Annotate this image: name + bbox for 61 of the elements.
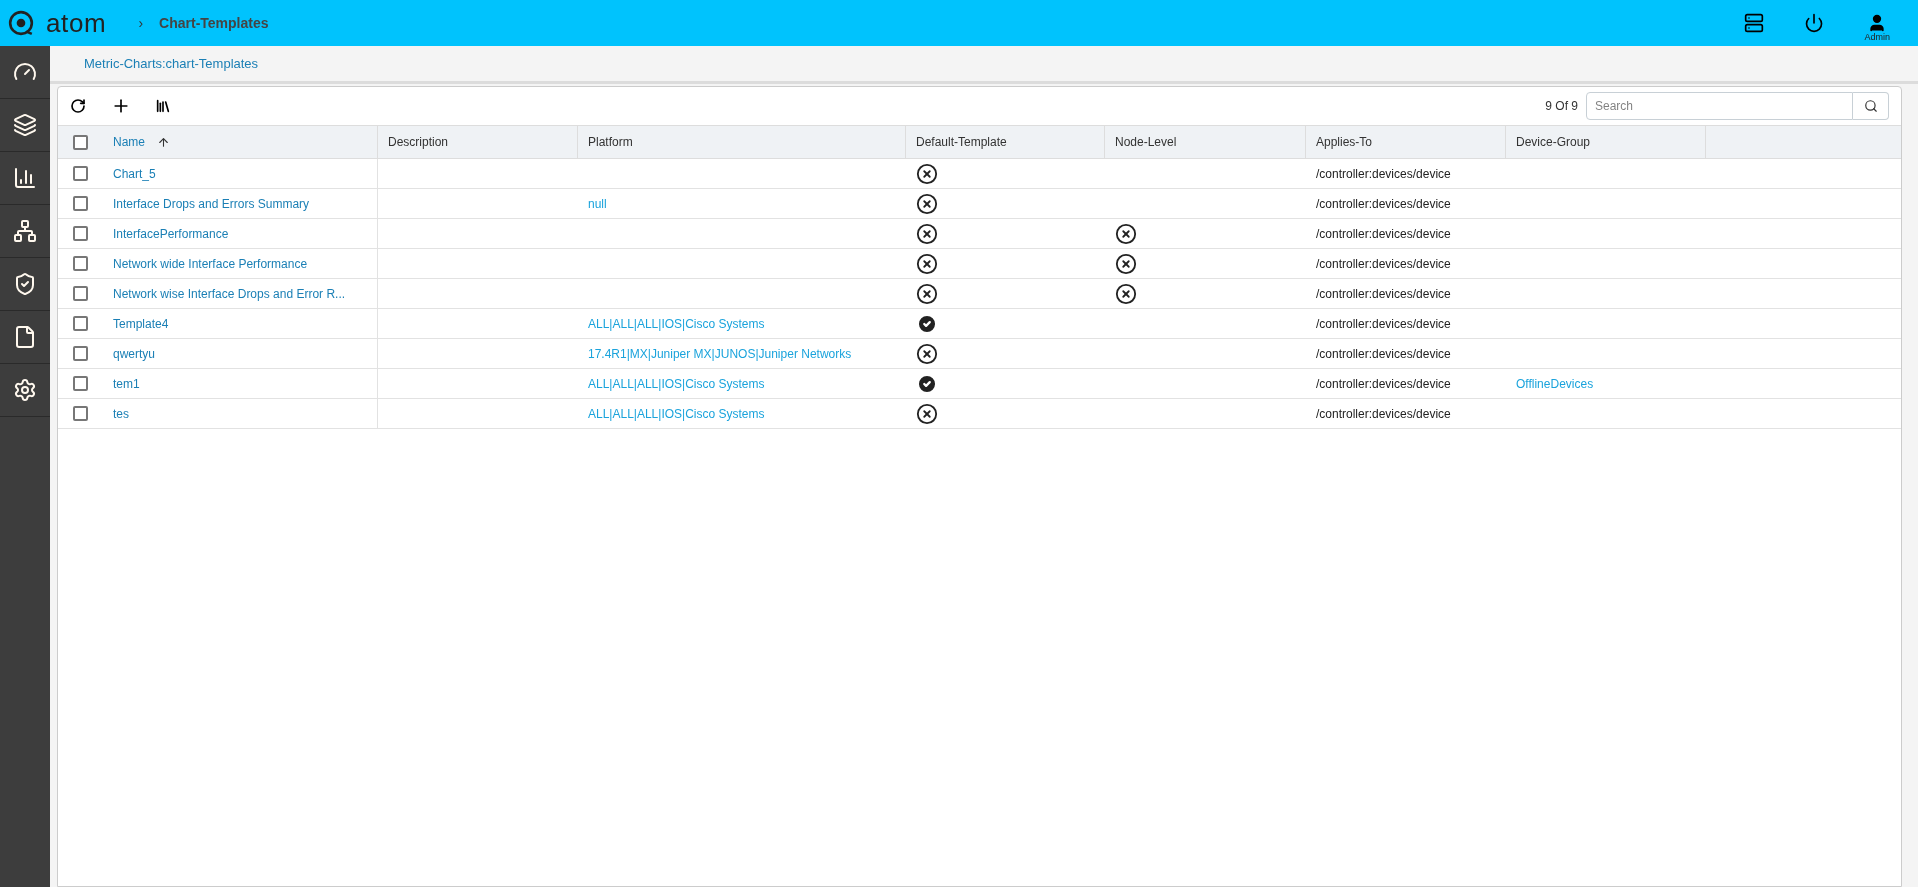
- row-checkbox[interactable]: [73, 406, 88, 421]
- table-cell: /controller:devices/device: [1316, 256, 1451, 271]
- settings-icon[interactable]: [13, 378, 37, 402]
- column-header[interactable]: Name: [113, 133, 145, 151]
- shield-check-icon[interactable]: [13, 272, 37, 296]
- page-title: Chart-Templates: [159, 13, 269, 33]
- name-link[interactable]: Interface Drops and Errors Summary: [113, 194, 310, 213]
- row-checkbox[interactable]: [73, 226, 88, 241]
- column-header[interactable]: Applies-To: [1316, 133, 1373, 151]
- user-button[interactable]: Admin: [1864, 12, 1890, 42]
- record-count: 9 Of 9: [1545, 98, 1578, 115]
- table-cell: /controller:devices/device: [1316, 376, 1451, 391]
- logo-icon: [8, 10, 34, 36]
- row-checkbox[interactable]: [73, 346, 88, 361]
- row-checkbox[interactable]: [73, 196, 88, 211]
- name-link[interactable]: Chart_5: [113, 164, 156, 183]
- document-icon[interactable]: [13, 325, 37, 349]
- row-checkbox[interactable]: [73, 166, 88, 181]
- device-group-link[interactable]: OfflineDevices: [1516, 376, 1594, 391]
- column-header[interactable]: Device-Group: [1516, 133, 1591, 151]
- table-cell: /controller:devices/device: [1316, 226, 1451, 241]
- row-checkbox[interactable]: [73, 316, 88, 331]
- logo-text: atom: [46, 10, 107, 36]
- table-cell: /controller:devices/device: [1316, 286, 1451, 301]
- select-all-checkbox[interactable]: [73, 134, 88, 150]
- platform-link[interactable]: 17.4R1|MX|Juniper MX|JUNOS|Juniper Networks: [588, 346, 852, 361]
- server-list-icon[interactable]: [1744, 13, 1765, 33]
- bar-chart-icon[interactable]: [13, 166, 37, 190]
- table-cell: /controller:devices/device: [1316, 346, 1451, 361]
- platform-link[interactable]: null: [588, 196, 607, 211]
- platform-link[interactable]: ALL|ALL|ALL|IOS|Cisco Systems: [588, 376, 765, 391]
- name-link[interactable]: Template4: [113, 314, 169, 333]
- name-link[interactable]: Network wide Interface Performance: [113, 254, 308, 273]
- column-header[interactable]: Description: [388, 133, 449, 151]
- row-checkbox[interactable]: [73, 286, 88, 301]
- row-checkbox[interactable]: [73, 256, 88, 271]
- column-header[interactable]: Default-Template: [916, 133, 1007, 151]
- name-link[interactable]: tes: [113, 404, 129, 423]
- row-checkbox[interactable]: [73, 376, 88, 391]
- name-link[interactable]: tem1: [113, 374, 140, 393]
- table-cell: /controller:devices/device: [1316, 406, 1451, 421]
- platform-link[interactable]: ALL|ALL|ALL|IOS|Cisco Systems: [588, 316, 765, 331]
- table-cell: /controller:devices/device: [1316, 166, 1451, 181]
- column-header[interactable]: Node-Level: [1115, 133, 1177, 151]
- sort-arrow-icon[interactable]: [157, 135, 170, 149]
- refresh-icon[interactable]: [70, 98, 86, 114]
- name-link[interactable]: Network wise Interface Drops and Error R...: [113, 284, 346, 303]
- search-button[interactable]: [1853, 92, 1889, 120]
- search-icon[interactable]: [1863, 99, 1878, 113]
- search-field[interactable]: Search: [1586, 92, 1853, 120]
- layers-icon[interactable]: [13, 113, 37, 137]
- network-icon[interactable]: [13, 219, 37, 243]
- name-link[interactable]: qwertyu: [113, 344, 156, 363]
- power-icon[interactable]: [1804, 13, 1825, 33]
- platform-link[interactable]: ALL|ALL|ALL|IOS|Cisco Systems: [588, 406, 765, 421]
- breadcrumb-link[interactable]: Metric-Charts:chart-Templates: [84, 53, 259, 74]
- breadcrumb-separator: ›: [138, 13, 144, 33]
- table-cell: /controller:devices/device: [1316, 196, 1451, 211]
- name-link[interactable]: InterfacePerformance: [113, 224, 229, 243]
- table-cell: /controller:devices/device: [1316, 316, 1451, 331]
- column-header[interactable]: Platform: [588, 133, 633, 151]
